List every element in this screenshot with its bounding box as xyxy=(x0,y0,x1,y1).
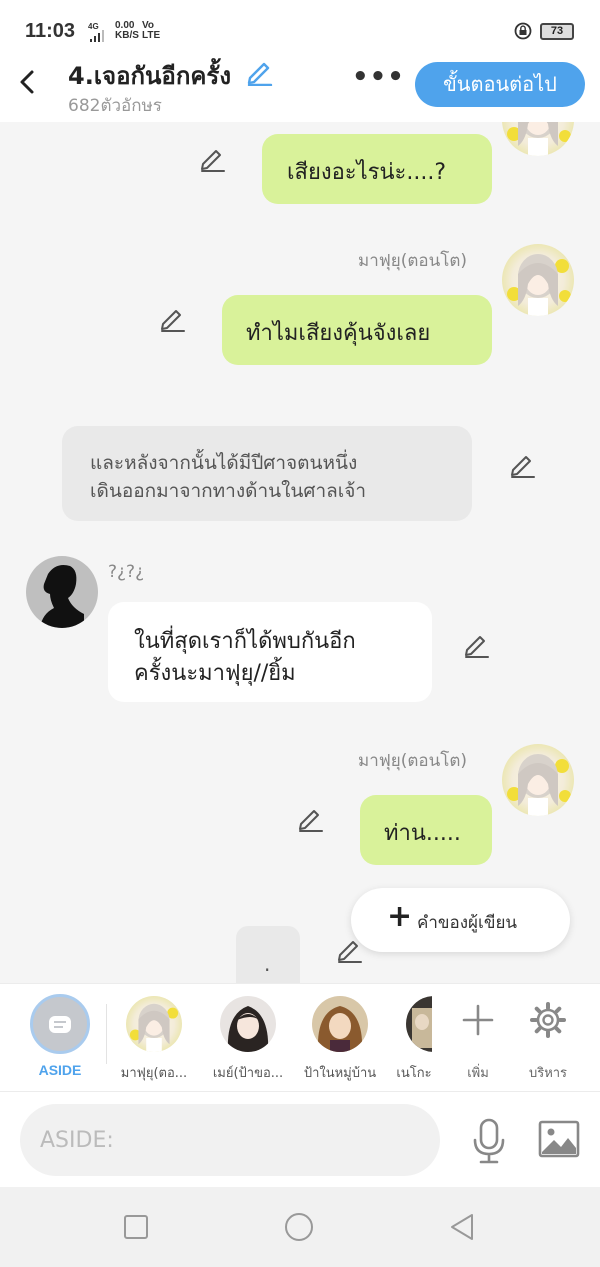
character-village-aunt[interactable]: ป้าในหมู่บ้าน xyxy=(300,996,380,1086)
avatar-unknown[interactable] xyxy=(26,556,98,628)
pencil-icon[interactable] xyxy=(462,630,490,658)
message-bubble[interactable]: เสียงอะไรน่ะ....? xyxy=(262,134,492,204)
pencil-icon[interactable] xyxy=(296,804,324,832)
avatar-mafuyu[interactable] xyxy=(502,244,574,316)
plus-icon xyxy=(462,1004,494,1036)
character-avatar xyxy=(312,996,368,1052)
divider xyxy=(106,1004,107,1064)
nav-triangle-icon[interactable] xyxy=(446,1211,478,1243)
volte-indicator: Vo LTE xyxy=(142,21,160,41)
character-neko[interactable]: เนโกะ xyxy=(392,996,432,1086)
title-pencil-icon[interactable] xyxy=(245,58,273,86)
episode-title: 4.เจอกันอีกครั้ง xyxy=(68,62,232,90)
input-bar xyxy=(0,1091,600,1187)
mei-avatar-image xyxy=(220,996,276,1052)
message-text: ท่าน..... xyxy=(384,821,461,846)
pencil-icon[interactable] xyxy=(508,450,536,478)
nav-square-icon[interactable] xyxy=(120,1211,152,1243)
speed-unit: KB/S xyxy=(115,30,139,41)
message-line-1: ในที่สุดเราก็ได้พบกันอีก xyxy=(134,629,356,654)
mafuyu-avatar-image xyxy=(502,122,574,156)
character-avatar xyxy=(126,996,182,1052)
narration-bubble[interactable]: และหลังจากนั้นได้มีปีศาจตนหนึ่ง เดินออกม… xyxy=(62,426,472,521)
manage-button[interactable]: บริหาร xyxy=(518,996,578,1081)
character-avatar xyxy=(220,996,276,1052)
speaker-name: ?¿?¿ xyxy=(108,562,145,582)
character-mafuyu[interactable]: มาฟุยุ(ตอ... xyxy=(114,996,194,1086)
message-text: ทำไมเสียงคุ้นจังเลย xyxy=(246,321,431,346)
pencil-icon[interactable] xyxy=(198,144,226,172)
mafuyu-avatar-image xyxy=(502,244,574,316)
character-name: มาฟุยุ(ตอ... xyxy=(120,1066,188,1081)
image-icon[interactable] xyxy=(538,1120,580,1158)
manage-label: บริหาร xyxy=(528,1066,568,1081)
character-name: เนโกะ xyxy=(396,1066,432,1081)
character-bar: ASIDE มาฟุยุ(ตอ... เมย์(ป้าขอ... ป้าในหม… xyxy=(0,983,600,1091)
message-line-2: ครั้งนะมาฟุยุ//ยิ้ม xyxy=(134,661,296,686)
character-avatar xyxy=(406,996,432,1052)
plus-icon: + xyxy=(387,899,413,934)
back-arrow-icon[interactable] xyxy=(14,66,42,98)
message-text: เสียงอะไรน่ะ....? xyxy=(287,160,446,185)
silhouette-avatar-image xyxy=(26,556,98,628)
chat-area[interactable]: เสียงอะไรน่ะ....? มาฟุยุ(ตอนโต) ทำไมเสีย… xyxy=(0,122,600,983)
partial-text: . xyxy=(264,952,271,976)
avatar-mafuyu[interactable] xyxy=(502,122,574,156)
speed-indicator: 0.00 KB/S xyxy=(115,21,139,41)
message-bubble[interactable]: ในที่สุดเราก็ได้พบกันอีก ครั้งนะมาฟุยุ//… xyxy=(108,602,432,702)
speaker-name: มาฟุยุ(ตอนโต) xyxy=(358,251,468,271)
village-aunt-avatar-image xyxy=(312,996,368,1052)
aside-icon xyxy=(49,1016,71,1033)
character-name: ป้าในหมู่บ้าน xyxy=(303,1066,377,1081)
character-mei[interactable]: เมย์(ป้าขอ... xyxy=(208,996,288,1086)
neko-avatar-image xyxy=(406,996,432,1052)
avatar-mafuyu[interactable] xyxy=(502,744,574,816)
author-note-label: คำของผู้เขียน xyxy=(417,913,518,933)
partial-bubble[interactable]: . xyxy=(236,926,300,983)
header: 4.เจอกันอีกครั้ง 682ตัวอักษร ••• ขั้นตอน… xyxy=(0,42,600,122)
speaker-name: มาฟุยุ(ตอนโต) xyxy=(358,751,468,771)
message-bubble[interactable]: ท่าน..... xyxy=(360,795,492,865)
author-note-button[interactable]: + คำของผู้เขียน xyxy=(351,888,570,952)
status-time: 11:03 xyxy=(25,20,76,42)
rotation-lock-icon xyxy=(514,22,532,40)
mafuyu-avatar-image xyxy=(502,744,574,816)
narration-line-2: เดินออกมาจากทางด้านในศาลเจ้า xyxy=(90,480,367,502)
aside-label: ASIDE xyxy=(38,1062,82,1078)
gear-icon xyxy=(530,1002,566,1038)
aside-button[interactable] xyxy=(30,994,90,1054)
narration-line-1: และหลังจากนั้นได้มีปีศาจตนหนึ่ง xyxy=(90,452,358,474)
add-character-button[interactable]: เพิ่ม xyxy=(448,996,508,1081)
mafuyu-avatar-image xyxy=(126,996,182,1052)
more-icon[interactable]: ••• xyxy=(352,64,404,90)
mic-icon[interactable] xyxy=(468,1118,510,1164)
next-step-button[interactable]: ขั้นตอนต่อไป xyxy=(415,62,585,107)
char-count: 682ตัวอักษร xyxy=(68,96,162,116)
network-indicator: 4G xyxy=(88,22,104,43)
message-input[interactable] xyxy=(20,1104,440,1176)
pencil-icon[interactable] xyxy=(158,304,186,332)
volte-bottom: LTE xyxy=(142,30,161,41)
battery-indicator: 73 xyxy=(540,23,574,40)
add-label: เพิ่ม xyxy=(467,1066,489,1081)
nav-circle-icon[interactable] xyxy=(283,1211,315,1243)
message-bubble[interactable]: ทำไมเสียงคุ้นจังเลย xyxy=(222,295,492,365)
system-nav-bar xyxy=(0,1187,600,1267)
character-name: เมย์(ป้าขอ... xyxy=(212,1066,284,1081)
